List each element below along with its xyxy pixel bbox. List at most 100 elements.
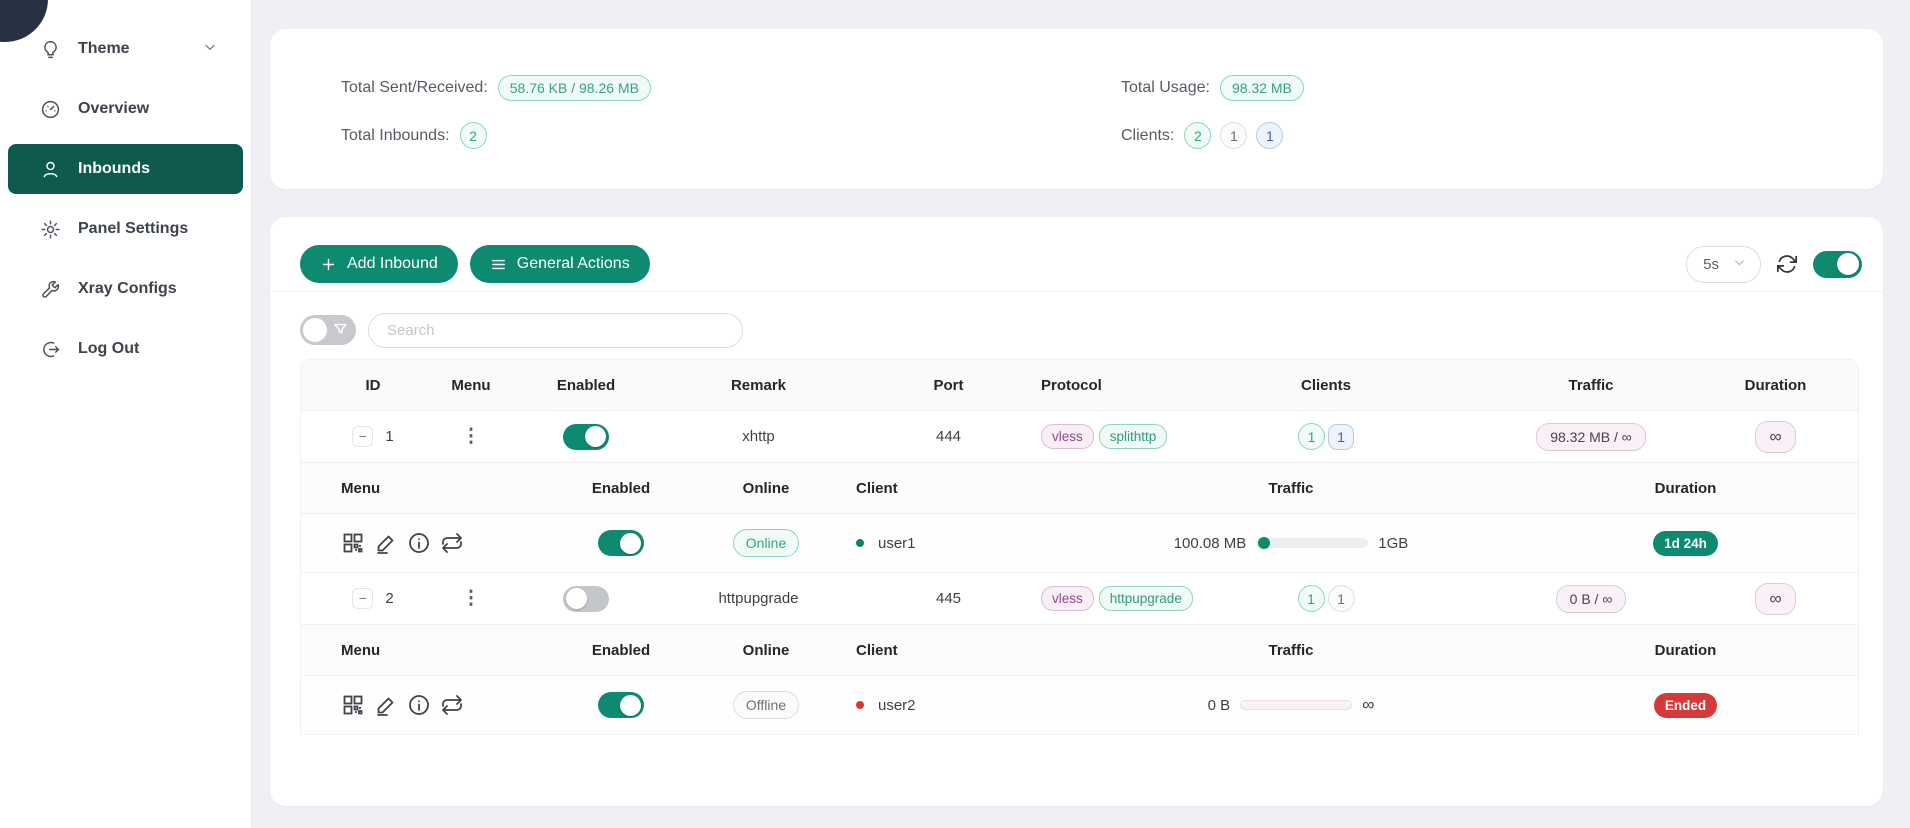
- general-actions-button[interactable]: General Actions: [470, 245, 650, 283]
- client-enabled-toggle[interactable]: [598, 530, 644, 556]
- client-row: Online user1 100.08 MB 1GB 1d 24h: [301, 514, 1858, 573]
- client-duration-badge: Ended: [1654, 693, 1717, 718]
- inbound-row: − 2 ⋮ httpupgrade 445 vless httpupgrade …: [301, 573, 1858, 625]
- client-enabled-toggle[interactable]: [598, 692, 644, 718]
- bulb-icon: [40, 39, 61, 60]
- sidebar-item-panel-settings[interactable]: Panel Settings: [8, 204, 243, 254]
- info-icon[interactable]: [407, 693, 431, 717]
- subcol-header-menu: Menu: [301, 642, 531, 659]
- sidebar-item-theme[interactable]: Theme: [8, 24, 243, 74]
- table-header-row: ID Menu Enabled Remark Port Protocol Cli…: [301, 360, 1858, 411]
- client-subtable-header: Menu Enabled Online Client Traffic Durat…: [301, 625, 1858, 676]
- reset-traffic-icon[interactable]: [440, 693, 464, 717]
- plus-icon: [320, 256, 337, 273]
- total-sent-received-label: Total Sent/Received:: [341, 79, 488, 97]
- col-header-enabled: Enabled: [511, 377, 661, 394]
- total-usage-label: Total Usage:: [1121, 79, 1210, 97]
- client-name: user1: [878, 535, 916, 552]
- col-header-remark: Remark: [661, 377, 856, 394]
- clients-count-badge: 1: [1328, 585, 1355, 612]
- subcol-header-traffic: Traffic: [1071, 642, 1511, 659]
- search-row: [270, 292, 1883, 350]
- col-header-duration: Duration: [1691, 377, 1859, 394]
- chevron-down-icon: [1733, 256, 1746, 273]
- collapse-row-button[interactable]: −: [352, 426, 373, 447]
- reset-traffic-icon[interactable]: [440, 531, 464, 555]
- sidebar-item-label: Panel Settings: [78, 220, 188, 238]
- row-menu-icon[interactable]: ⋮: [462, 425, 481, 448]
- dashboard-icon: [40, 99, 61, 120]
- subcol-header-enabled: Enabled: [531, 642, 711, 659]
- sidebar-item-label: Inbounds: [78, 160, 150, 178]
- total-usage-value: 98.32 MB: [1220, 75, 1304, 101]
- inbounds-panel-card: Add Inbound General Actions 5s: [270, 217, 1883, 806]
- sidebar-item-overview[interactable]: Overview: [8, 84, 243, 134]
- subcol-header-online: Online: [711, 642, 821, 659]
- info-icon[interactable]: [407, 531, 431, 555]
- col-header-port: Port: [856, 377, 1041, 394]
- subcol-header-duration: Duration: [1511, 480, 1859, 497]
- client-subtable-header: Menu Enabled Online Client Traffic Durat…: [301, 463, 1858, 514]
- traffic-used: 100.08 MB: [1174, 535, 1247, 552]
- inbound-port: 444: [856, 428, 1041, 445]
- sidebar-item-log-out[interactable]: Log Out: [8, 324, 243, 374]
- total-sent-received-value: 58.76 KB / 98.26 MB: [498, 75, 651, 101]
- sidebar-item-inbounds[interactable]: Inbounds: [8, 144, 243, 194]
- clients-count-online: 2: [1184, 122, 1211, 149]
- logout-icon: [40, 339, 61, 360]
- qr-code-icon[interactable]: [341, 693, 365, 717]
- filter-toggle[interactable]: [300, 315, 356, 345]
- col-header-id: ID: [301, 377, 431, 394]
- total-inbounds-value: 2: [460, 122, 487, 149]
- inbound-traffic-badge: 98.32 MB / ∞: [1536, 423, 1646, 451]
- qr-code-icon[interactable]: [341, 531, 365, 555]
- sidebar-item-xray-configs[interactable]: Xray Configs: [8, 264, 243, 314]
- client-name: user2: [878, 697, 916, 714]
- auto-refresh-toggle[interactable]: [1813, 251, 1862, 278]
- refresh-icon[interactable]: [1776, 253, 1798, 275]
- protocol-tag: vless: [1041, 424, 1094, 449]
- clients-count-badge: 1: [1298, 423, 1325, 450]
- inbounds-table: ID Menu Enabled Remark Port Protocol Cli…: [300, 359, 1859, 735]
- inbound-enabled-toggle[interactable]: [563, 424, 609, 450]
- row-menu-icon[interactable]: ⋮: [462, 587, 481, 610]
- gear-icon: [40, 219, 61, 240]
- online-status-badge: Offline: [733, 691, 799, 719]
- transport-tag: httpupgrade: [1099, 586, 1193, 611]
- client-status-dot: [856, 539, 864, 547]
- inbound-enabled-toggle[interactable]: [563, 586, 609, 612]
- edit-icon[interactable]: [374, 531, 398, 555]
- funnel-icon: [332, 321, 349, 338]
- sidebar-item-label: Theme: [78, 40, 130, 58]
- subcol-header-client: Client: [821, 642, 1071, 659]
- clients-count-expiring: 1: [1256, 122, 1283, 149]
- traffic-progress-bar: [1240, 700, 1352, 710]
- add-inbound-button[interactable]: Add Inbound: [300, 245, 458, 283]
- col-header-protocol: Protocol: [1041, 377, 1251, 394]
- collapse-row-button[interactable]: −: [352, 588, 373, 609]
- menu-lines-icon: [490, 256, 507, 273]
- client-duration-badge: 1d 24h: [1653, 531, 1718, 556]
- clients-label: Clients:: [1121, 127, 1174, 145]
- traffic-total: 1GB: [1378, 535, 1408, 552]
- sidebar-item-label: Xray Configs: [78, 280, 177, 298]
- toolbar: Add Inbound General Actions 5s: [270, 217, 1883, 292]
- subcol-header-client: Client: [821, 480, 1071, 497]
- search-input[interactable]: [368, 313, 743, 348]
- inbound-duration-badge: ∞: [1755, 583, 1795, 615]
- refresh-interval-select[interactable]: 5s: [1686, 246, 1761, 283]
- transport-tag: splithttp: [1099, 424, 1168, 449]
- clients-count-deactive: 1: [1220, 122, 1247, 149]
- subcol-header-duration: Duration: [1511, 642, 1859, 659]
- edit-icon[interactable]: [374, 693, 398, 717]
- total-inbounds-label: Total Inbounds:: [341, 127, 450, 145]
- user-icon: [40, 159, 61, 180]
- inbound-traffic-badge: 0 B / ∞: [1556, 585, 1627, 613]
- online-status-badge: Online: [733, 529, 799, 557]
- main-content: Total Sent/Received: 58.76 KB / 98.26 MB…: [252, 0, 1910, 828]
- inbound-row: − 1 ⋮ xhttp 444 vless splithttp 1 1 98.3…: [301, 411, 1858, 463]
- subcol-header-enabled: Enabled: [531, 480, 711, 497]
- client-row: Offline user2 0 B ∞ Ended: [301, 676, 1858, 735]
- client-status-dot: [856, 701, 864, 709]
- inbound-port: 445: [856, 590, 1041, 607]
